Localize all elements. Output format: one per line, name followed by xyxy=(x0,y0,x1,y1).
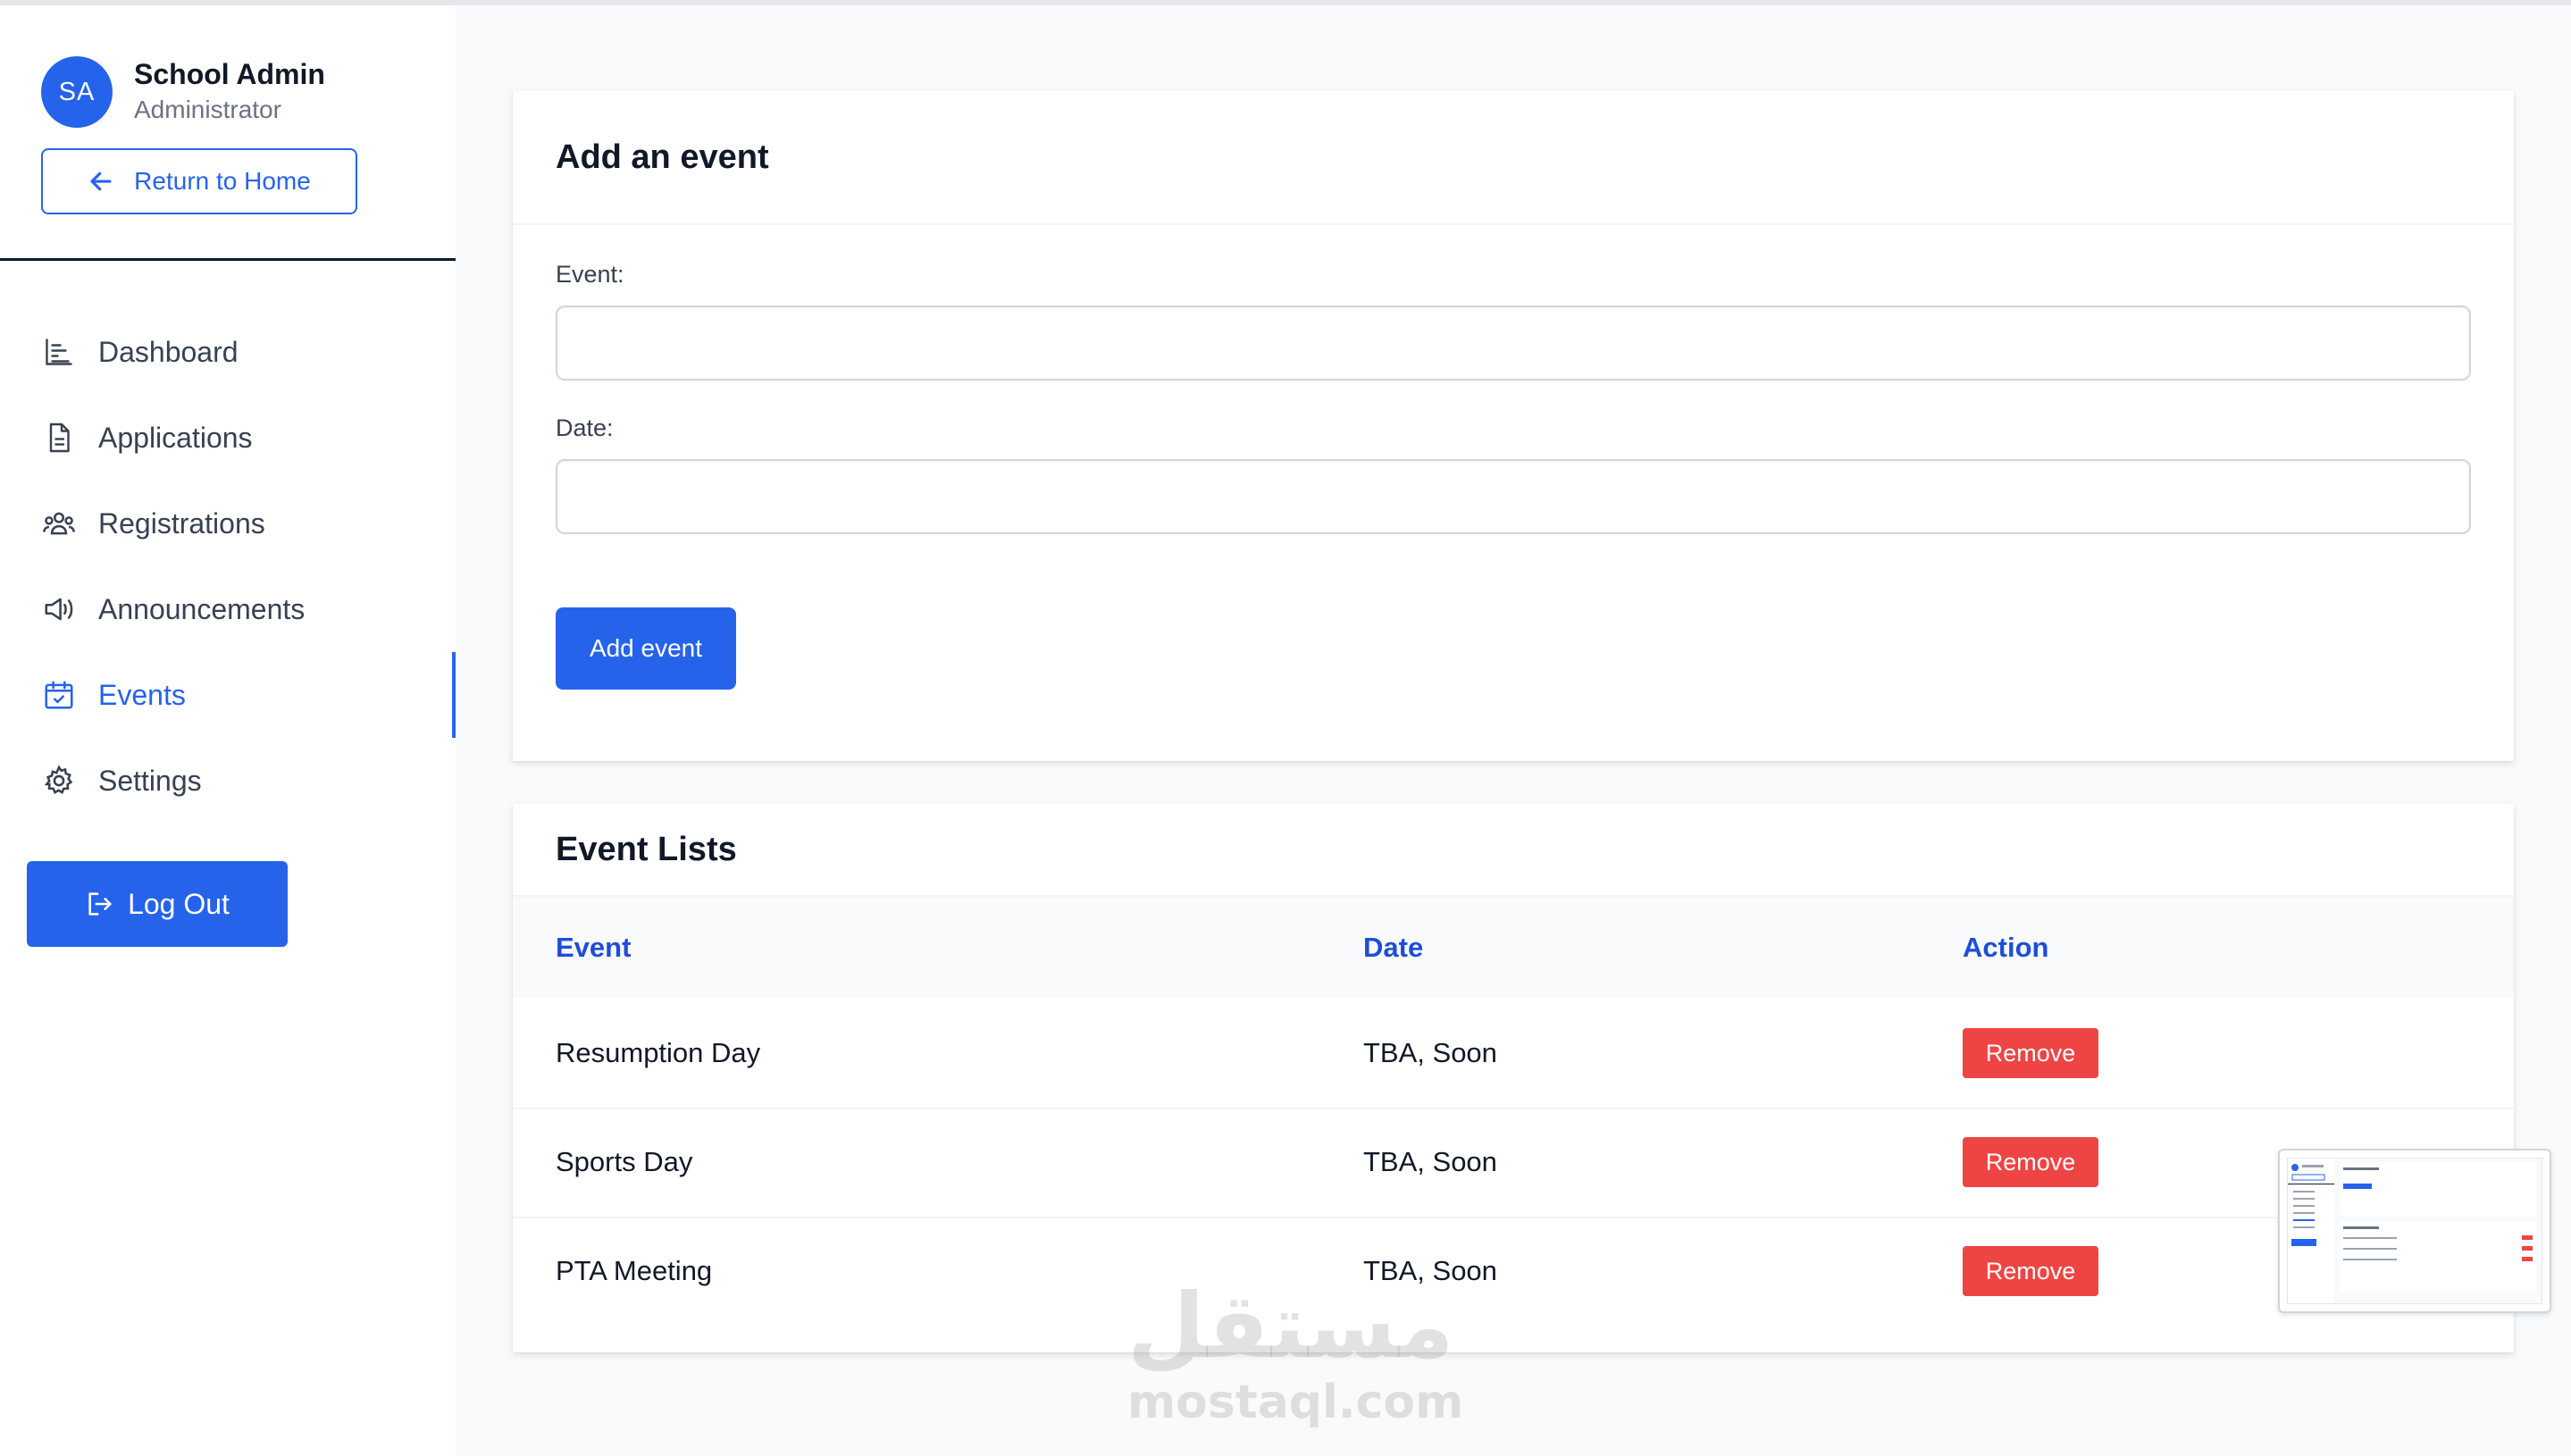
megaphone-icon xyxy=(41,591,77,627)
remove-button[interactable]: Remove xyxy=(1963,1028,2098,1078)
return-home-button[interactable]: Return to Home xyxy=(41,148,357,214)
table-row: Resumption Day TBA, Soon Remove xyxy=(513,999,2514,1109)
add-event-card: Add an event Event: Date: Add event xyxy=(513,91,2514,761)
user-name: School Admin xyxy=(134,58,325,90)
calendar-check-icon xyxy=(41,677,77,713)
sidebar: SA School Admin Administrator Return to … xyxy=(0,5,456,1456)
date-label: Date: xyxy=(556,414,614,441)
sidebar-item-label: Registrations xyxy=(98,506,265,540)
event-list-card: Event Lists Event Date Action Resumption… xyxy=(513,804,2514,1352)
event-label: Event: xyxy=(556,261,624,288)
sidebar-item-label: Events xyxy=(98,678,186,711)
event-name: Resumption Day xyxy=(556,1037,761,1068)
event-date: TBA, Soon xyxy=(1363,1255,1497,1286)
add-event-title: Add an event xyxy=(513,91,2514,225)
column-header-date: Date xyxy=(1363,932,1424,963)
event-list-title: Event Lists xyxy=(513,804,2514,897)
user-profile: SA School Admin Administrator xyxy=(41,52,325,132)
user-role: Administrator xyxy=(134,96,281,123)
event-name: PTA Meeting xyxy=(556,1255,713,1286)
logout-button[interactable]: Log Out xyxy=(27,861,288,947)
page-thumbnail-preview[interactable] xyxy=(2278,1149,2551,1313)
users-icon xyxy=(41,506,77,541)
column-header-action: Action xyxy=(1963,932,2049,963)
return-home-label: Return to Home xyxy=(134,167,311,195)
document-icon xyxy=(41,420,77,456)
thumbnail-content xyxy=(2287,1158,2542,1304)
sidebar-item-announcements[interactable]: Announcements xyxy=(0,566,456,652)
bar-chart-icon xyxy=(41,334,77,370)
sidebar-item-events[interactable]: Events xyxy=(0,652,456,738)
table-header: Event Date Action xyxy=(513,897,2514,999)
sidebar-item-settings[interactable]: Settings xyxy=(0,738,456,824)
sidebar-nav: Dashboard Applications Registrations Ann… xyxy=(0,309,456,824)
sidebar-item-label: Dashboard xyxy=(98,335,239,368)
table-row: PTA Meeting TBA, Soon Remove xyxy=(513,1217,2514,1326)
sidebar-item-dashboard[interactable]: Dashboard xyxy=(0,309,456,395)
thumbnail-image xyxy=(2288,1159,2536,1303)
event-name: Sports Day xyxy=(556,1146,693,1177)
event-date: TBA, Soon xyxy=(1363,1146,1497,1177)
gear-icon xyxy=(41,763,77,799)
remove-button[interactable]: Remove xyxy=(1963,1246,2098,1296)
remove-button[interactable]: Remove xyxy=(1963,1137,2098,1187)
event-date: TBA, Soon xyxy=(1363,1037,1497,1068)
table-row: Sports Day TBA, Soon Remove xyxy=(513,1108,2514,1218)
avatar: SA xyxy=(41,56,113,128)
sidebar-item-label: Settings xyxy=(98,764,202,797)
watermark-latin: mostaql.com xyxy=(1127,1376,1464,1429)
sidebar-item-applications[interactable]: Applications xyxy=(0,395,456,481)
add-event-button[interactable]: Add event xyxy=(556,607,736,690)
profile-text: School Admin Administrator xyxy=(134,56,325,128)
sidebar-item-label: Applications xyxy=(98,421,253,454)
logout-icon xyxy=(88,892,112,916)
date-input[interactable] xyxy=(556,459,2471,534)
sidebar-item-label: Announcements xyxy=(98,592,306,625)
column-header-event: Event xyxy=(556,932,632,963)
logout-label: Log Out xyxy=(128,887,230,920)
arrow-left-icon xyxy=(90,172,112,191)
sidebar-item-registrations[interactable]: Registrations xyxy=(0,481,456,566)
event-input[interactable] xyxy=(556,305,2471,381)
sidebar-divider xyxy=(0,258,456,261)
